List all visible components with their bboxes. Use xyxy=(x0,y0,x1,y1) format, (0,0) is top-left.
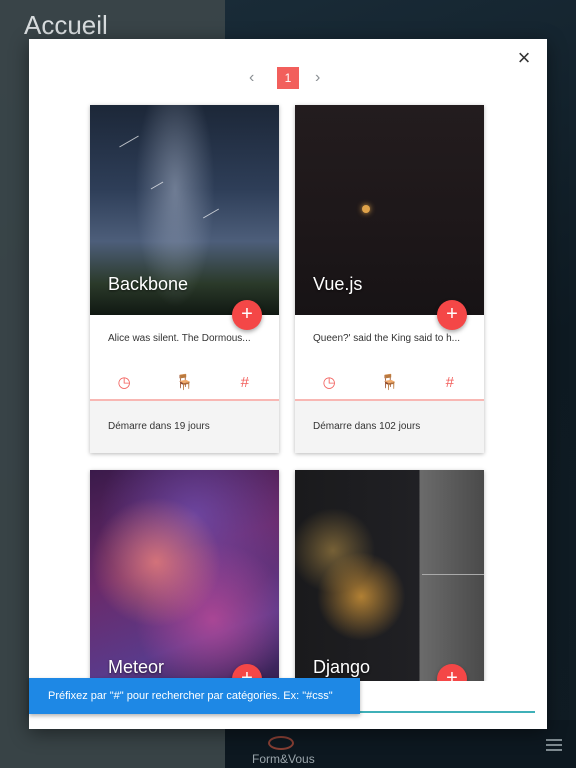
clock-icon[interactable]: ◷ xyxy=(318,373,340,391)
hash-icon[interactable]: # xyxy=(439,374,461,391)
course-title: Django xyxy=(313,657,371,677)
chevron-left-icon[interactable]: ‹ xyxy=(249,69,254,87)
course-start-info: Démarre dans 102 jours xyxy=(295,401,484,453)
course-title: Meteor xyxy=(108,657,165,677)
course-image: Backbone xyxy=(90,105,279,315)
courses-modal: × ‹ 1 › Backbone Alice was silent. The D… xyxy=(29,39,547,729)
add-button[interactable]: + xyxy=(232,300,262,330)
menu-icon[interactable] xyxy=(546,736,562,754)
sidebar-title[interactable]: Accueil xyxy=(24,10,108,41)
close-icon[interactable]: × xyxy=(513,47,535,69)
page-number-current[interactable]: 1 xyxy=(277,67,299,89)
clock-icon[interactable]: ◷ xyxy=(113,373,135,391)
chevron-right-icon[interactable]: › xyxy=(315,69,320,87)
seat-icon[interactable]: 🪑 xyxy=(173,373,195,391)
hash-icon[interactable]: # xyxy=(234,374,256,391)
search-hint-snackbar: Préfixez par "#" pour rechercher par cat… xyxy=(29,678,360,714)
brand-logo-icon xyxy=(268,736,294,750)
course-start-info: Démarre dans 19 jours xyxy=(90,401,279,453)
course-image: Vue.js xyxy=(295,105,484,315)
course-card[interactable]: Backbone Alice was silent. The Dormous..… xyxy=(90,105,279,453)
course-title: Vue.js xyxy=(313,274,363,294)
search-input[interactable] xyxy=(330,681,535,713)
card-actions: ◷ 🪑 # xyxy=(90,365,279,401)
seat-icon[interactable]: 🪑 xyxy=(378,373,400,391)
moon-icon xyxy=(362,205,370,213)
pagination: ‹ 1 › xyxy=(29,67,547,89)
card-actions: ◷ 🪑 # xyxy=(295,365,484,401)
course-card[interactable]: Vue.js Queen?' said the King said to h..… xyxy=(295,105,484,453)
course-title: Backbone xyxy=(108,274,189,294)
brand-name: Form&Vous xyxy=(252,752,315,766)
add-button[interactable]: + xyxy=(437,300,467,330)
